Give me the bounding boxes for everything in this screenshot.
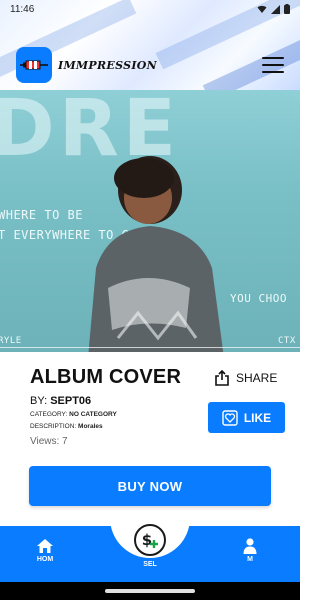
views-count: Views: 7 xyxy=(30,436,68,447)
nav-label-profile: M xyxy=(247,556,253,563)
hero-text-line: WHERE TO BE xyxy=(0,208,83,222)
description-line: DESCRIPTION: Morales xyxy=(30,422,210,431)
buy-now-label: BUY NOW xyxy=(117,478,183,494)
status-bar: 11:46 xyxy=(0,0,300,18)
person-icon xyxy=(243,538,257,554)
share-button[interactable]: SHARE xyxy=(214,370,277,386)
nav-item-sell[interactable]: $ SEL xyxy=(134,524,166,568)
logo-icon xyxy=(20,60,48,70)
nav-label-home: HOM xyxy=(36,556,54,563)
buy-now-button[interactable]: BUY NOW xyxy=(29,466,271,506)
wifi-icon xyxy=(257,5,267,13)
system-navigation-bar xyxy=(0,582,300,600)
like-label: LIKE xyxy=(243,410,272,425)
status-time: 11:46 xyxy=(10,3,35,15)
share-icon xyxy=(215,370,229,386)
nav-item-home[interactable]: HOM xyxy=(36,538,54,563)
home-icon xyxy=(37,539,53,553)
heart-icon xyxy=(222,409,238,426)
person-silhouette xyxy=(88,156,224,352)
screen: 11:46 IMMPRESSION DRE WHERE TO BE T EVER… xyxy=(0,0,300,600)
app-logo[interactable] xyxy=(16,47,52,83)
status-icons xyxy=(257,4,290,14)
battery-icon xyxy=(284,4,290,14)
dollar-plus-icon: $ xyxy=(134,524,166,556)
hamburger-menu-icon[interactable] xyxy=(262,57,284,73)
app-header: IMMPRESSION xyxy=(0,46,300,84)
like-button[interactable]: LIKE xyxy=(208,402,285,433)
author-name[interactable]: SEPT06 xyxy=(50,395,91,407)
hero-corner-text: CTX xyxy=(278,336,296,346)
nav-item-profile[interactable]: M xyxy=(243,538,257,563)
home-gesture-pill[interactable] xyxy=(105,589,195,593)
nav-label-sell: SEL xyxy=(143,561,157,568)
album-cover-image: DRE WHERE TO BE T EVERYWHERE TO GO YOU C… xyxy=(0,90,300,352)
share-label: SHARE xyxy=(236,371,278,385)
product-details: ALBUM COVER BY: SEPT06 CATEGORY: NO CATE… xyxy=(30,366,210,447)
category-value: NO CATEGORY xyxy=(69,411,117,418)
author-line: BY: SEPT06 xyxy=(30,395,210,407)
signal-icon xyxy=(271,4,280,14)
svg-text:$: $ xyxy=(142,531,152,549)
author-prefix: BY: xyxy=(30,395,51,407)
product-title: ALBUM COVER xyxy=(30,366,182,388)
category-line: CATEGORY: NO CATEGORY xyxy=(30,410,210,419)
hero-divider xyxy=(0,347,300,348)
description-value: Morales xyxy=(78,423,103,430)
category-prefix: CATEGORY: xyxy=(30,411,70,418)
description-prefix: DESCRIPTION: xyxy=(30,423,79,430)
hero-text-line: YOU CHOO xyxy=(230,292,287,305)
hero-corner-text: RYLE xyxy=(0,336,22,346)
logo-text: IMMPRESSION xyxy=(58,58,158,72)
